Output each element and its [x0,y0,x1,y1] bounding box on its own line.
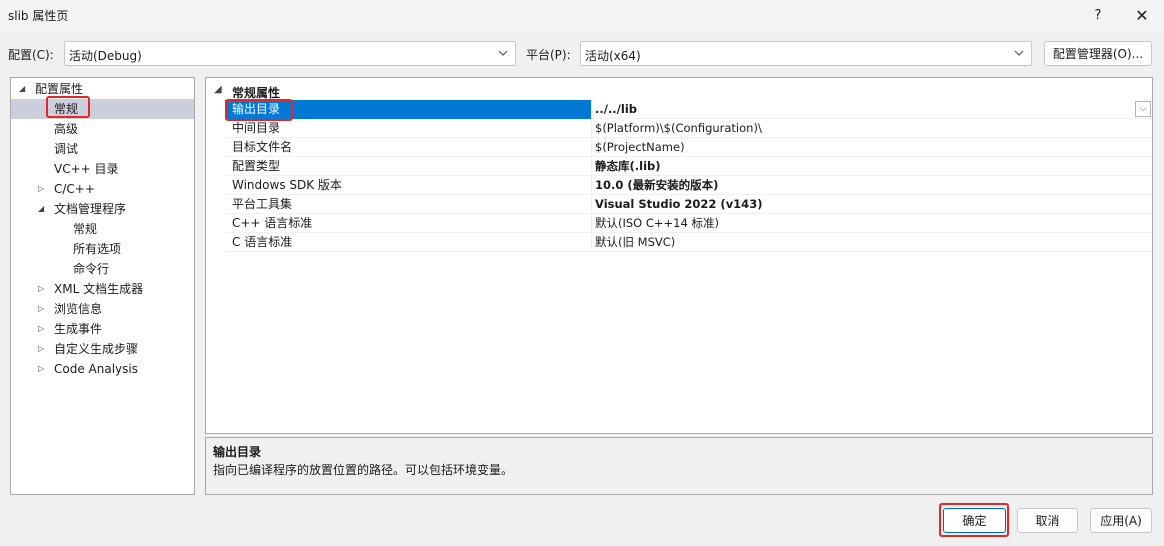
tree-item-vc-directories[interactable]: VC++ 目录 [11,159,194,179]
tree-item-xdcmake[interactable]: ◢ 文档管理程序 [11,199,194,219]
property-row-c-language-standard[interactable]: C 语言标准 默认(旧 MSVC) [225,233,1152,252]
property-name: C++ 语言标准 [232,216,313,230]
property-name: 配置类型 [232,159,281,173]
chevron-down-icon [1013,45,1025,64]
description-panel: 输出目录 指向已编译程序的放置位置的路径。可以包括环境变量。 [205,437,1153,495]
title-bar: slib 属性页 ? ✕ [0,0,1164,30]
tree-item-general[interactable]: 常规 [11,99,194,119]
help-icon: ? [1094,7,1102,23]
collapsed-arrow-icon[interactable]: ▷ [38,359,44,379]
tree-item-browse-info[interactable]: ▷ 浏览信息 [11,299,194,319]
config-label: 配置(C): [8,48,54,62]
property-row-windows-sdk-version[interactable]: Windows SDK 版本 10.0 (最新安装的版本) [225,176,1152,195]
tree-item-build-events[interactable]: ▷ 生成事件 [11,319,194,339]
window-title: slib 属性页 [8,9,69,23]
platform-label: 平台(P): [526,48,571,62]
property-value[interactable]: ../../lib [591,100,1152,119]
collapsed-arrow-icon[interactable]: ▷ [38,279,44,299]
category-general-properties[interactable]: ◢ 常规属性 [206,82,1152,100]
platform-select[interactable]: 活动(x64) [580,41,1032,66]
ok-button[interactable]: 确定 [943,508,1006,533]
help-button[interactable]: ? [1076,0,1120,30]
collapsed-arrow-icon[interactable]: ▷ [38,179,44,199]
tree-item-config-properties[interactable]: ◢ 配置属性 [11,79,194,99]
expanded-arrow-icon[interactable]: ◢ [38,199,44,219]
property-row-target-name[interactable]: 目标文件名 $(ProjectName) [225,138,1152,157]
chevron-down-icon [497,45,509,64]
tree-item-xdcmake-general[interactable]: 常规 [11,219,194,239]
property-row-intermediate-directory[interactable]: 中间目录 $(Platform)\$(Configuration)\ [225,119,1152,138]
property-name: 目标文件名 [232,140,293,154]
collapsed-arrow-icon[interactable]: ▷ [38,319,44,339]
property-name: 平台工具集 [232,197,293,211]
property-row-cpp-language-standard[interactable]: C++ 语言标准 默认(ISO C++14 标准) [225,214,1152,233]
config-select[interactable]: 活动(Debug) [64,41,516,66]
tree-item-debugging[interactable]: 调试 [11,139,194,159]
tree-item-custom-build-step[interactable]: ▷ 自定义生成步骤 [11,339,194,359]
tree-item-xdcmake-all-options[interactable]: 所有选项 [11,239,194,259]
dropdown-button[interactable]: ⌵ [1135,101,1151,117]
tree-item-xml-doc-generator[interactable]: ▷ XML 文档生成器 [11,279,194,299]
tree-item-xdcmake-command-line[interactable]: 命令行 [11,259,194,279]
property-value[interactable]: $(ProjectName) [591,138,1152,157]
tree-item-code-analysis[interactable]: ▷ Code Analysis [11,359,194,379]
description-title: 输出目录 [213,445,262,459]
description-text: 指向已编译程序的放置位置的路径。可以包括环境变量。 [213,463,514,477]
apply-button[interactable]: 应用(A) [1090,508,1152,533]
config-manager-button[interactable]: 配置管理器(O)... [1044,41,1152,66]
property-name: 中间目录 [232,121,281,135]
tree-item-c-cpp[interactable]: ▷ C/C++ [11,179,194,199]
property-tree: ◢ 配置属性 常规 高级 调试 VC++ 目录 ▷ C/C++ ◢ 文档管理程序… [10,77,195,495]
expanded-arrow-icon[interactable]: ◢ [19,79,25,99]
property-row-configuration-type[interactable]: 配置类型 静态库(.lib) [225,157,1152,176]
property-row-output-directory[interactable]: 输出目录 ../../lib ⌵ [225,100,1152,119]
config-value: 活动(Debug) [69,49,142,63]
chevron-down-icon: ⌵ [1139,104,1147,114]
collapsed-arrow-icon[interactable]: ▷ [38,299,44,319]
property-value[interactable]: 10.0 (最新安装的版本) [591,176,1152,195]
property-value[interactable]: 默认(旧 MSVC) [591,233,1152,252]
platform-value: 活动(x64) [585,49,641,63]
property-value[interactable]: $(Platform)\$(Configuration)\ [591,119,1152,138]
property-row-platform-toolset[interactable]: 平台工具集 Visual Studio 2022 (v143) [225,195,1152,214]
expanded-arrow-icon[interactable]: ◢ [214,84,222,95]
property-name: C 语言标准 [232,235,293,249]
cancel-button[interactable]: 取消 [1017,508,1078,533]
property-value[interactable]: 默认(ISO C++14 标准) [591,214,1152,233]
property-value[interactable]: 静态库(.lib) [591,157,1152,176]
property-name: 输出目录 [225,100,591,119]
close-icon: ✕ [1135,5,1149,25]
tree-item-advanced[interactable]: 高级 [11,119,194,139]
property-value[interactable]: Visual Studio 2022 (v143) [591,195,1152,214]
close-button[interactable]: ✕ [1120,0,1164,30]
collapsed-arrow-icon[interactable]: ▷ [38,339,44,359]
property-name: Windows SDK 版本 [232,178,342,192]
property-grid: ◢ 常规属性 输出目录 ../../lib ⌵ 中间目录 $(Platform)… [205,77,1153,434]
